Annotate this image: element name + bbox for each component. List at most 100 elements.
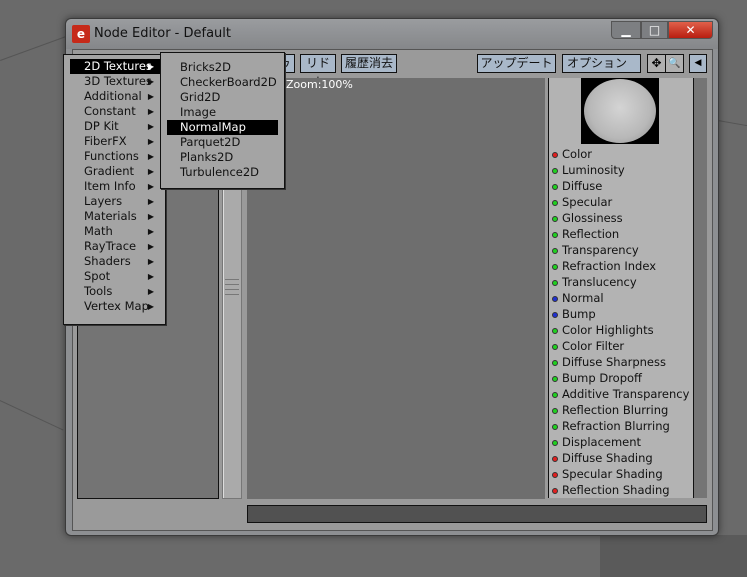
submenu-item-bricks2d[interactable]: Bricks2D [167,60,278,75]
input-label: Color Highlights [562,323,654,337]
minimize-button[interactable]: ▁ [611,21,641,39]
menu-item-label: Shaders [84,254,131,268]
connector-dot-icon[interactable] [552,247,558,254]
connector-dot-icon[interactable] [552,311,558,318]
connector-dot-icon[interactable] [552,471,558,478]
menu-item-label: Additional [84,89,142,103]
connector-dot-icon[interactable] [552,487,558,494]
node-canvas[interactable] [247,78,545,499]
connector-dot-icon[interactable] [552,151,558,158]
input-reflection-blurring[interactable]: Reflection Blurring [552,402,668,418]
input-diffuse[interactable]: Diffuse [552,178,602,194]
update-button[interactable]: アップデート [477,54,556,73]
inputs-scrollbar[interactable] [694,78,707,498]
connector-dot-icon[interactable] [552,183,558,190]
submenu-item-planks2d[interactable]: Planks2D [167,150,278,165]
connector-dot-icon[interactable] [552,343,558,350]
submenu-item-image[interactable]: Image [167,105,278,120]
menu-item-constant[interactable]: Constant ▶ [70,104,160,119]
input-label: Color [562,147,593,161]
input-additive-transparency[interactable]: Additive Transparency [552,386,689,402]
close-button[interactable]: ✕ [668,21,713,39]
input-normal[interactable]: Normal [552,290,604,306]
connector-dot-icon[interactable] [552,231,558,238]
menu-item-label: DP Kit [84,119,119,133]
input-transparency[interactable]: Transparency [552,242,639,258]
menu-item-2d-textures[interactable]: 2D Textures ▶ [70,59,160,74]
connector-dot-icon[interactable] [552,327,558,334]
menu-item-functions[interactable]: Functions ▶ [70,149,160,164]
input-reflection[interactable]: Reflection [552,226,619,242]
input-refraction-blurring[interactable]: Refraction Blurring [552,418,670,434]
submenu-item-grid2d[interactable]: Grid2D [167,90,278,105]
menu-item-dp-kit[interactable]: DP Kit ▶ [70,119,160,134]
submenu-item-checkerboard2d[interactable]: CheckerBoard2D [167,75,278,90]
zoom-icon[interactable]: 🔍 [665,54,684,73]
connector-dot-icon[interactable] [552,439,558,446]
input-color-filter[interactable]: Color Filter [552,338,624,354]
input-refraction-index[interactable]: Refraction Index [552,258,656,274]
menu-item-label: Spot [84,269,111,283]
input-displacement[interactable]: Displacement [552,434,641,450]
submenu-item-turbulence2d[interactable]: Turbulence2D [167,165,278,180]
move-icon[interactable]: ✥ [647,54,666,73]
connector-dot-icon[interactable] [552,375,558,382]
connector-dot-icon[interactable] [552,263,558,270]
menu-item-label: 2D Textures [84,59,152,73]
submenu-arrow-icon: ▶ [147,272,154,281]
input-label: Bump [562,307,596,321]
submenu-arrow-icon: ▶ [147,257,154,266]
menu-item-gradient[interactable]: Gradient ▶ [70,164,160,179]
connector-dot-icon[interactable] [552,423,558,430]
input-color-highlights[interactable]: Color Highlights [552,322,654,338]
input-specular[interactable]: Specular [552,194,612,210]
menu-item-raytrace[interactable]: RayTrace ▶ [70,239,160,254]
menu-item-materials[interactable]: Materials ▶ [70,209,160,224]
input-label: Normal [562,291,604,305]
input-glossiness[interactable]: Glossiness [552,210,623,226]
input-bump[interactable]: Bump [552,306,596,322]
menu-item-tools[interactable]: Tools ▶ [70,284,160,299]
input-label: Transparency [562,243,639,257]
menu-item-label: 3D Textures [84,74,152,88]
connector-dot-icon[interactable] [552,199,558,206]
connector-dot-icon[interactable] [552,407,558,414]
background-shape [600,535,747,577]
connector-dot-icon[interactable] [552,295,558,302]
connector-dot-icon[interactable] [552,279,558,286]
input-bump-dropoff[interactable]: Bump Dropoff [552,370,642,386]
menu-item-layers[interactable]: Layers ▶ [70,194,160,209]
menu-item-fiberfx[interactable]: FiberFX ▶ [70,134,160,149]
menu-item-shaders[interactable]: Shaders ▶ [70,254,160,269]
options-button[interactable]: オプション [562,54,641,73]
menu-item-vertex-map[interactable]: Vertex Map ▶ [70,299,160,314]
submenu-arrow-icon: ▶ [147,182,154,191]
maximize-button[interactable]: □ [641,21,668,39]
connector-dot-icon[interactable] [552,455,558,462]
input-translucency[interactable]: Translucency [552,274,637,290]
input-diffuse-sharpness[interactable]: Diffuse Sharpness [552,354,666,370]
connector-dot-icon[interactable] [552,215,558,222]
menu-item-math[interactable]: Math ▶ [70,224,160,239]
connector-dot-icon[interactable] [552,167,558,174]
submenu-item-normalmap[interactable]: NormalMap [167,120,278,135]
collapse-icon[interactable]: ◀ [689,54,707,73]
menu-item-label: Item Info [84,179,136,193]
connector-dot-icon[interactable] [552,359,558,366]
connector-dot-icon[interactable] [552,391,558,398]
submenu-item-parquet2d[interactable]: Parquet2D [167,135,278,150]
redo-button[interactable]: リドゥ [300,54,336,87]
menu-item-additional[interactable]: Additional ▶ [70,89,160,104]
menu-item-item-info[interactable]: Item Info ▶ [70,179,160,194]
input-diffuse-shading[interactable]: Diffuse Shading [552,450,653,466]
clear-history-button[interactable]: 履歴消去 [341,54,397,73]
title-bar[interactable]: e Node Editor - Default ▁ □ ✕ [66,19,718,49]
menu-item-label: Gradient [84,164,135,178]
menu-item-3d-textures[interactable]: 3D Textures ▶ [70,74,160,89]
input-color[interactable]: Color [552,146,592,162]
input-specular-shading[interactable]: Specular Shading [552,466,663,482]
menu-item-spot[interactable]: Spot ▶ [70,269,160,284]
input-reflection-shading[interactable]: Reflection Shading [552,482,670,498]
input-luminosity[interactable]: Luminosity [552,162,625,178]
grip-handle[interactable] [225,279,239,295]
